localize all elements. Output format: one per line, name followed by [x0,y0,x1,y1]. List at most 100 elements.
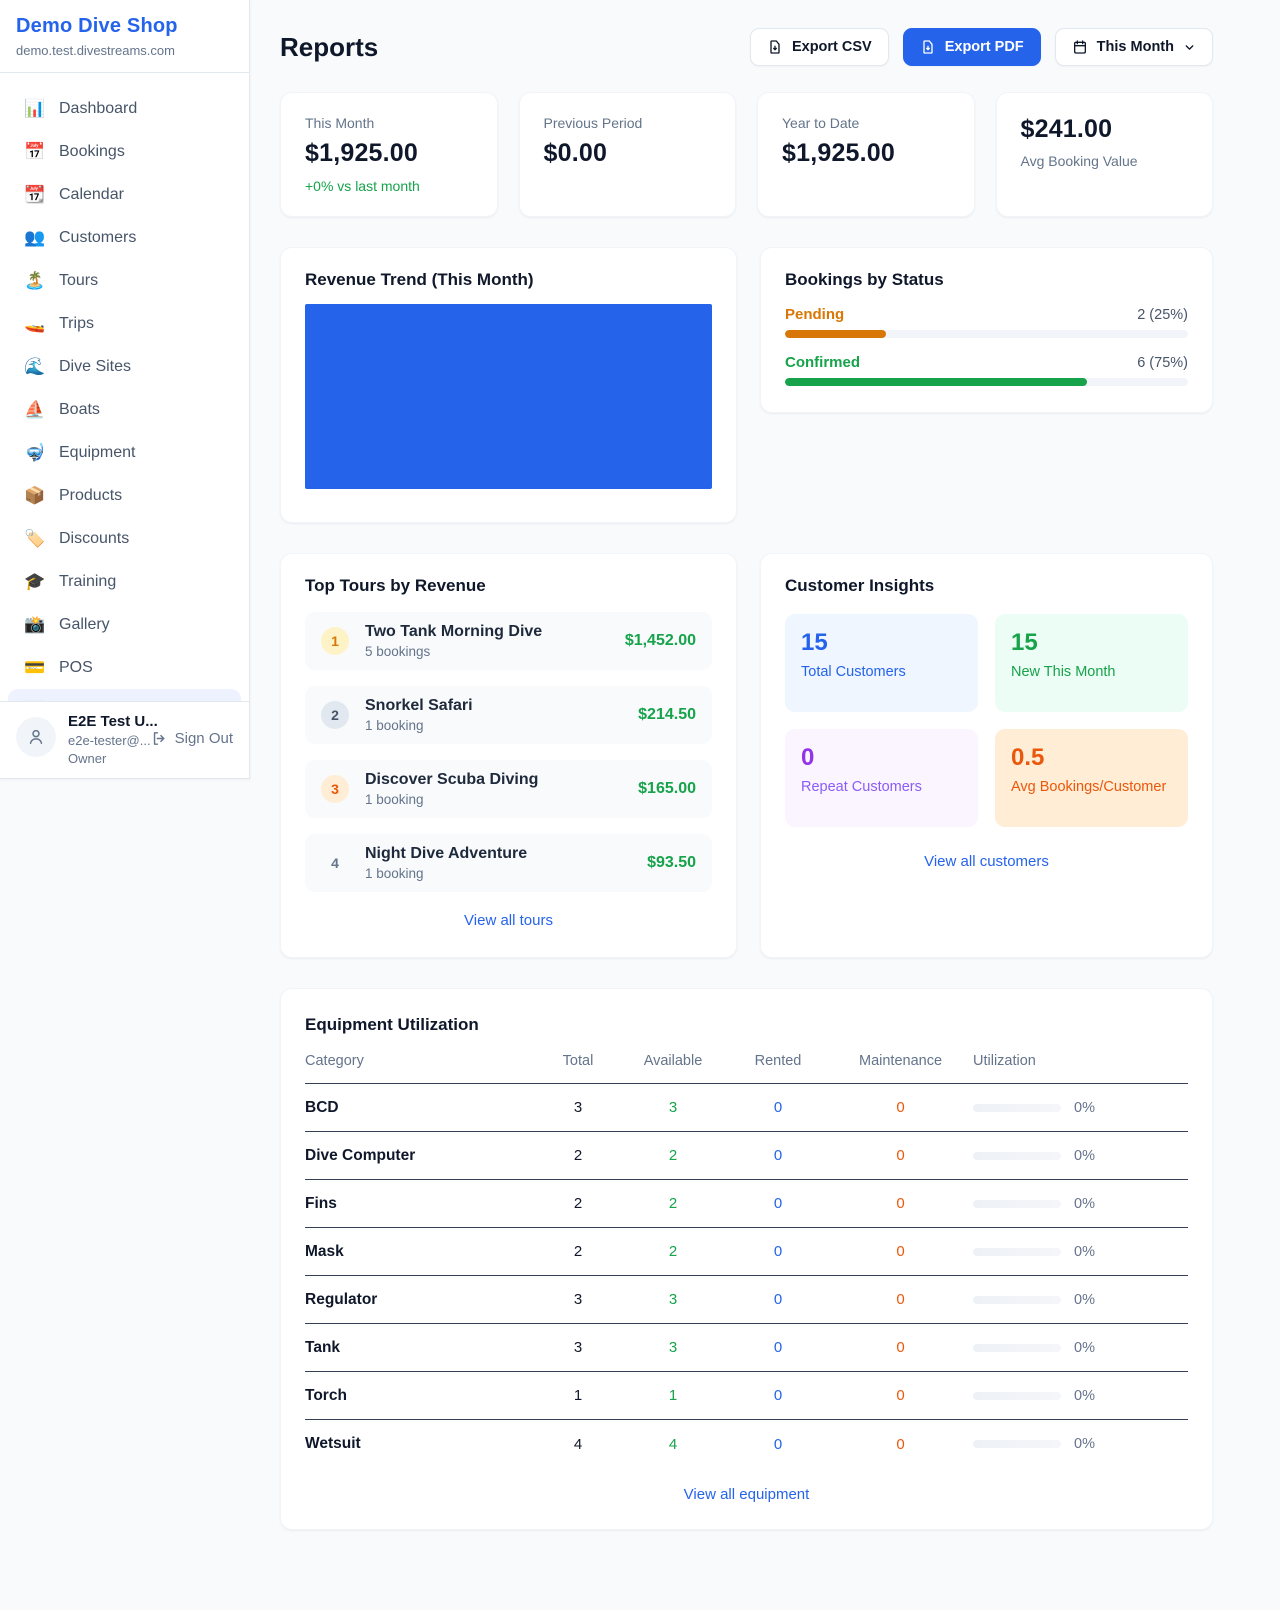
sidebar-item-customers[interactable]: 👥Customers [8,216,241,259]
sidebar-item-dive-sites[interactable]: 🌊 Dive Sites [8,345,241,388]
utilization-cell: 0% [973,1436,1188,1452]
sidebar-item-products[interactable]: 📦Products [8,474,241,517]
sidebar-item-calendar[interactable]: 📆Calendar [8,173,241,216]
camera-icon: 📸 [24,616,44,633]
stat-card-previous-period: Previous Period $0.00 [519,92,737,217]
sidebar-item-label: Discounts [59,530,129,548]
view-all-equipment-link[interactable]: View all equipment [305,1486,1188,1503]
page-title: Reports [280,32,378,63]
dashboard-icon: 📊 [24,100,44,117]
tile-total-customers: 15 Total Customers [785,614,978,712]
stat-card-avg-booking-value: $241.00 Avg Booking Value [996,92,1214,217]
sidebar-item-reports[interactable]: 📈Reports [8,689,241,701]
sidebar-item-trips[interactable]: 🚤Trips [8,302,241,345]
sidebar-item-discounts[interactable]: 🏷️Discounts [8,517,241,560]
package-icon: 📦 [24,487,44,504]
status-count: 6 (75%) [1137,355,1188,371]
diving-mask-icon: 🤿 [24,444,44,461]
tile-value: 0.5 [1011,744,1172,772]
utilization-bar [973,1104,1061,1112]
tour-bookings: 1 booking [365,718,622,733]
user-email: e2e-tester@... [68,733,139,748]
person-icon [26,727,46,747]
sidebar-item-label: Bookings [59,143,125,161]
stat-value: $1,925.00 [305,139,473,168]
tile-value: 0 [801,744,962,772]
equipment-utilization-card: Equipment Utilization Category Total Ava… [280,988,1213,1530]
tile-avg-bookings-customer: 0.5 Avg Bookings/Customer [995,729,1188,827]
chevron-down-icon [1183,41,1196,54]
speedboat-icon: 🚤 [24,315,44,332]
stat-card-year-to-date: Year to Date $1,925.00 [757,92,975,217]
user-info: E2E Test U... e2e-tester@... Owner [68,713,139,766]
bookings-calendar-icon: 📅 [24,143,44,160]
stat-value: $1,925.00 [782,139,950,168]
tour-revenue: $1,452.00 [625,632,696,650]
status-label: Confirmed [785,354,860,371]
revenue-trend-chart [305,304,712,489]
status-label: Pending [785,306,844,323]
view-all-customers-link[interactable]: View all customers [785,853,1188,870]
island-icon: 🏝️ [24,272,44,289]
stat-label: Year to Date [782,115,950,131]
col-category: Category [305,1053,538,1069]
sign-out-icon [151,730,168,747]
revenue-trend-card: Revenue Trend (This Month) [280,247,737,523]
table-header: Category Total Available Rented Maintena… [305,1053,1188,1084]
sidebar-item-bookings[interactable]: 📅 Bookings [8,130,241,173]
main-content: Reports Export CSV Export PDF This Month [250,0,1280,1570]
sidebar-item-label: Training [59,573,116,591]
table-row: Mask 2 2 0 0 0% [305,1228,1188,1276]
sidebar-item-label: POS [59,659,93,677]
tile-label: Avg Bookings/Customer [1011,779,1172,795]
rank-badge: 2 [321,701,349,729]
sidebar: Demo Dive Shop demo.test.divestreams.com… [0,0,250,779]
brand-domain: demo.test.divestreams.com [16,43,233,58]
user-section: E2E Test U... e2e-tester@... Owner Sign … [0,701,249,778]
tour-row: 1 Two Tank Morning Dive5 bookings $1,452… [305,612,712,670]
progress-fill [785,330,886,338]
calendar-icon: 📆 [24,186,44,203]
sidebar-item-equipment[interactable]: 🤿 Equipment [8,431,241,474]
customers-icon: 👥 [24,229,44,246]
utilization-cell: 0% [973,1100,1188,1116]
equipment-table: Category Total Available Rented Maintena… [305,1053,1188,1468]
sign-out-button[interactable]: Sign Out [151,730,233,747]
progress-track [785,378,1188,386]
export-csv-button[interactable]: Export CSV [750,28,889,66]
tile-label: Total Customers [801,664,962,680]
tour-name: Night Dive Adventure [365,845,631,863]
sidebar-item-tours[interactable]: 🏝️Tours [8,259,241,302]
status-count: 2 (25%) [1137,307,1188,323]
utilization-cell: 0% [973,1196,1188,1212]
view-all-tours-link[interactable]: View all tours [305,912,712,929]
tour-revenue: $165.00 [638,780,696,798]
sidebar-item-boats[interactable]: ⛵Boats [8,388,241,431]
utilization-bar [973,1296,1061,1304]
avatar [16,717,56,757]
page-header: Reports Export CSV Export PDF This Month [280,28,1213,66]
sidebar-item-gallery[interactable]: 📸Gallery [8,603,241,646]
rank-badge: 4 [321,849,349,877]
col-rented: Rented [728,1053,828,1069]
sidebar-item-label: Boats [59,401,100,419]
sidebar-item-pos[interactable]: 💳POS [8,646,241,689]
tile-new-this-month: 15 New This Month [995,614,1188,712]
utilization-bar [973,1200,1061,1208]
sidebar-nav: 📊Dashboard 📅 Bookings 📆Calendar 👥Customer… [0,73,249,701]
stat-label: This Month [305,115,473,131]
sidebar-item-dashboard[interactable]: 📊Dashboard [8,87,241,130]
insights-row: Top Tours by Revenue 1 Two Tank Morning … [280,553,1213,958]
tile-label: New This Month [1011,664,1172,680]
user-name: E2E Test U... [68,713,139,730]
tour-bookings: 1 booking [365,866,631,881]
export-pdf-button[interactable]: Export PDF [903,28,1041,66]
period-dropdown[interactable]: This Month [1055,28,1213,66]
col-maintenance: Maintenance [828,1053,973,1069]
wave-icon: 🌊 [24,358,44,375]
sidebar-item-training[interactable]: 🎓Training [8,560,241,603]
tour-name: Discover Scuba Diving [365,771,622,789]
sidebar-item-label: Dive Sites [59,358,131,376]
top-tours-card: Top Tours by Revenue 1 Two Tank Morning … [280,553,737,958]
sidebar-item-label: Equipment [59,444,136,462]
